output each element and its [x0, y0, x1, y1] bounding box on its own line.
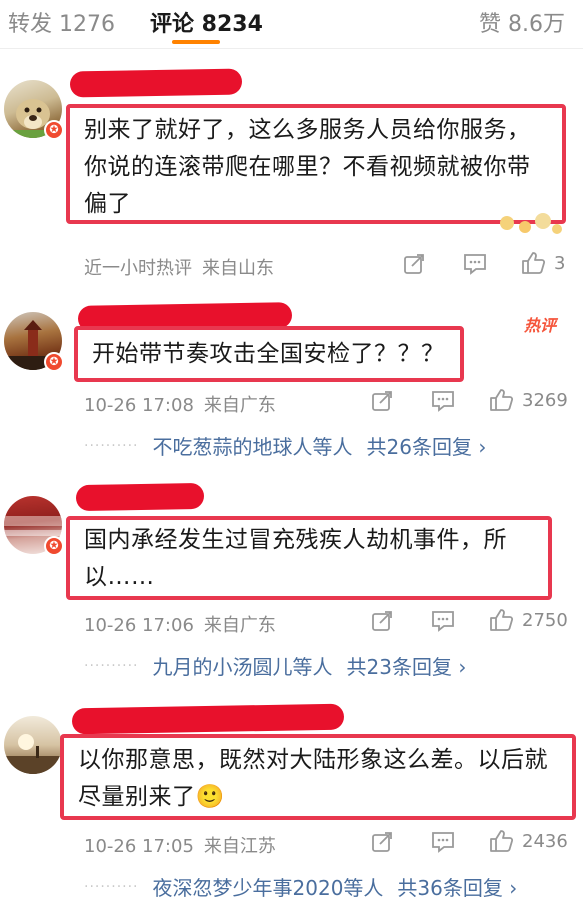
comment-time: 10-26 17:06 [84, 615, 194, 636]
tab-likes[interactable]: 赞 8.6万 [479, 6, 565, 38]
thumbs-up-icon [490, 830, 514, 852]
share-button[interactable] [370, 389, 394, 413]
comment-meta: 10-26 17:06 来自广东 [84, 611, 276, 637]
reply-count: 共36条回复 › [397, 876, 518, 900]
reply-dots: ·········· [84, 657, 139, 674]
comment-text: 别来了就好了，这么多服务人员给你服务，你说的连滚带爬在哪里？不看视频就被你带偏了 [84, 117, 531, 217]
view-replies-link[interactable]: ·········· 九月的小汤圆儿等人 共23条回复 › [84, 651, 466, 680]
like-count: 3 [554, 252, 566, 274]
reply-dots: ·········· [84, 437, 139, 454]
highlighted-comment-box: 国内承经发生过冒充残疾人劫机事件，所以…… [66, 516, 552, 600]
active-tab-indicator [172, 40, 220, 44]
comment-icon [432, 611, 454, 632]
view-replies-link[interactable]: ·········· 不吃葱蒜的地球人等人 共26条回复 › [84, 431, 486, 460]
share-button[interactable] [402, 252, 426, 276]
redacted-username [75, 482, 205, 512]
thumbs-up-icon [522, 252, 546, 274]
comment-location: 来自广东 [203, 615, 276, 636]
share-icon [372, 391, 392, 411]
comment-location: 来自山东 [202, 258, 274, 279]
comment-text: 国内承经发生过冒充残疾人劫机事件，所以…… [84, 527, 507, 590]
comment-text: 以你那意思，既然对大陆形象这么差。以后就尽量别来了🙂 [78, 747, 548, 810]
comment-icon [432, 832, 454, 853]
reply-button[interactable] [462, 252, 488, 276]
share-icon [372, 611, 392, 631]
like-button[interactable]: 2436 [488, 828, 568, 854]
sunset-avatar-icon [4, 734, 62, 774]
avatar[interactable] [4, 716, 62, 774]
comment-meta: 10-26 17:05 来自江苏 [84, 832, 276, 858]
comment-icon [464, 254, 486, 275]
share-icon [372, 832, 392, 852]
share-button[interactable] [370, 609, 394, 633]
reply-users: 九月的小汤圆儿等人 [152, 655, 333, 679]
highlighted-comment-box: 别来了就好了，这么多服务人员给你服务，你说的连滚带爬在哪里？不看视频就被你带偏了 [66, 104, 566, 224]
redacted-username [71, 703, 345, 735]
comment-tabs: 转发 1276 评论 8234 赞 8.6万 [0, 0, 583, 49]
reply-button[interactable] [430, 830, 456, 854]
comment-time: 10-26 17:08 [84, 395, 194, 416]
highlighted-comment-box: 开始带节奏攻击全国安检了？？？ [74, 326, 464, 382]
reply-count: 共26条回复 › [366, 435, 487, 459]
reply-dots: ·········· [84, 878, 139, 895]
comment-time: 近一小时热评 [84, 258, 192, 279]
comment-meta: 近一小时热评 来自山东 [84, 254, 274, 280]
view-replies-link[interactable]: ·········· 夜深忽梦少年事2020等人 共36条回复 › [84, 872, 517, 901]
divider [0, 48, 583, 49]
comment-time: 10-26 17:05 [84, 836, 194, 857]
like-button[interactable]: 2750 [488, 607, 568, 633]
comment-location: 来自广东 [203, 395, 276, 416]
like-count: 3269 [522, 389, 568, 411]
share-icon [404, 254, 424, 274]
redacted-username [69, 68, 243, 98]
comment-icon [432, 391, 454, 412]
verified-badge-icon: ✪ [44, 120, 64, 140]
verified-badge-icon: ✪ [44, 536, 64, 556]
like-count: 2436 [522, 830, 568, 852]
reply-count: 共23条回复 › [346, 655, 467, 679]
like-button[interactable]: 3 [520, 250, 565, 276]
tab-comments[interactable]: 评论 8234 [150, 6, 263, 38]
comment-text: 开始带节奏攻击全国安检了？？？ [92, 341, 445, 367]
highlighted-comment-box: 以你那意思，既然对大陆形象这么差。以后就尽量别来了🙂 [60, 734, 576, 820]
tab-repost[interactable]: 转发 1276 [8, 6, 115, 38]
verified-badge-icon: ✪ [44, 352, 64, 372]
reply-users: 夜深忽梦少年事2020等人 [152, 876, 384, 900]
thumbs-up-icon [490, 609, 514, 631]
like-count: 2750 [522, 609, 568, 631]
comment-location: 来自江苏 [203, 836, 276, 857]
like-button[interactable]: 3269 [488, 387, 568, 413]
comment-meta: 10-26 17:08 来自广东 [84, 391, 276, 417]
share-button[interactable] [370, 830, 394, 854]
thumbs-up-icon [490, 389, 514, 411]
reply-button[interactable] [430, 389, 456, 413]
reply-button[interactable] [430, 609, 456, 633]
reply-users: 不吃葱蒜的地球人等人 [152, 435, 353, 459]
hot-comment-tag: 热评 [524, 316, 557, 335]
decoration-icon [500, 213, 562, 234]
